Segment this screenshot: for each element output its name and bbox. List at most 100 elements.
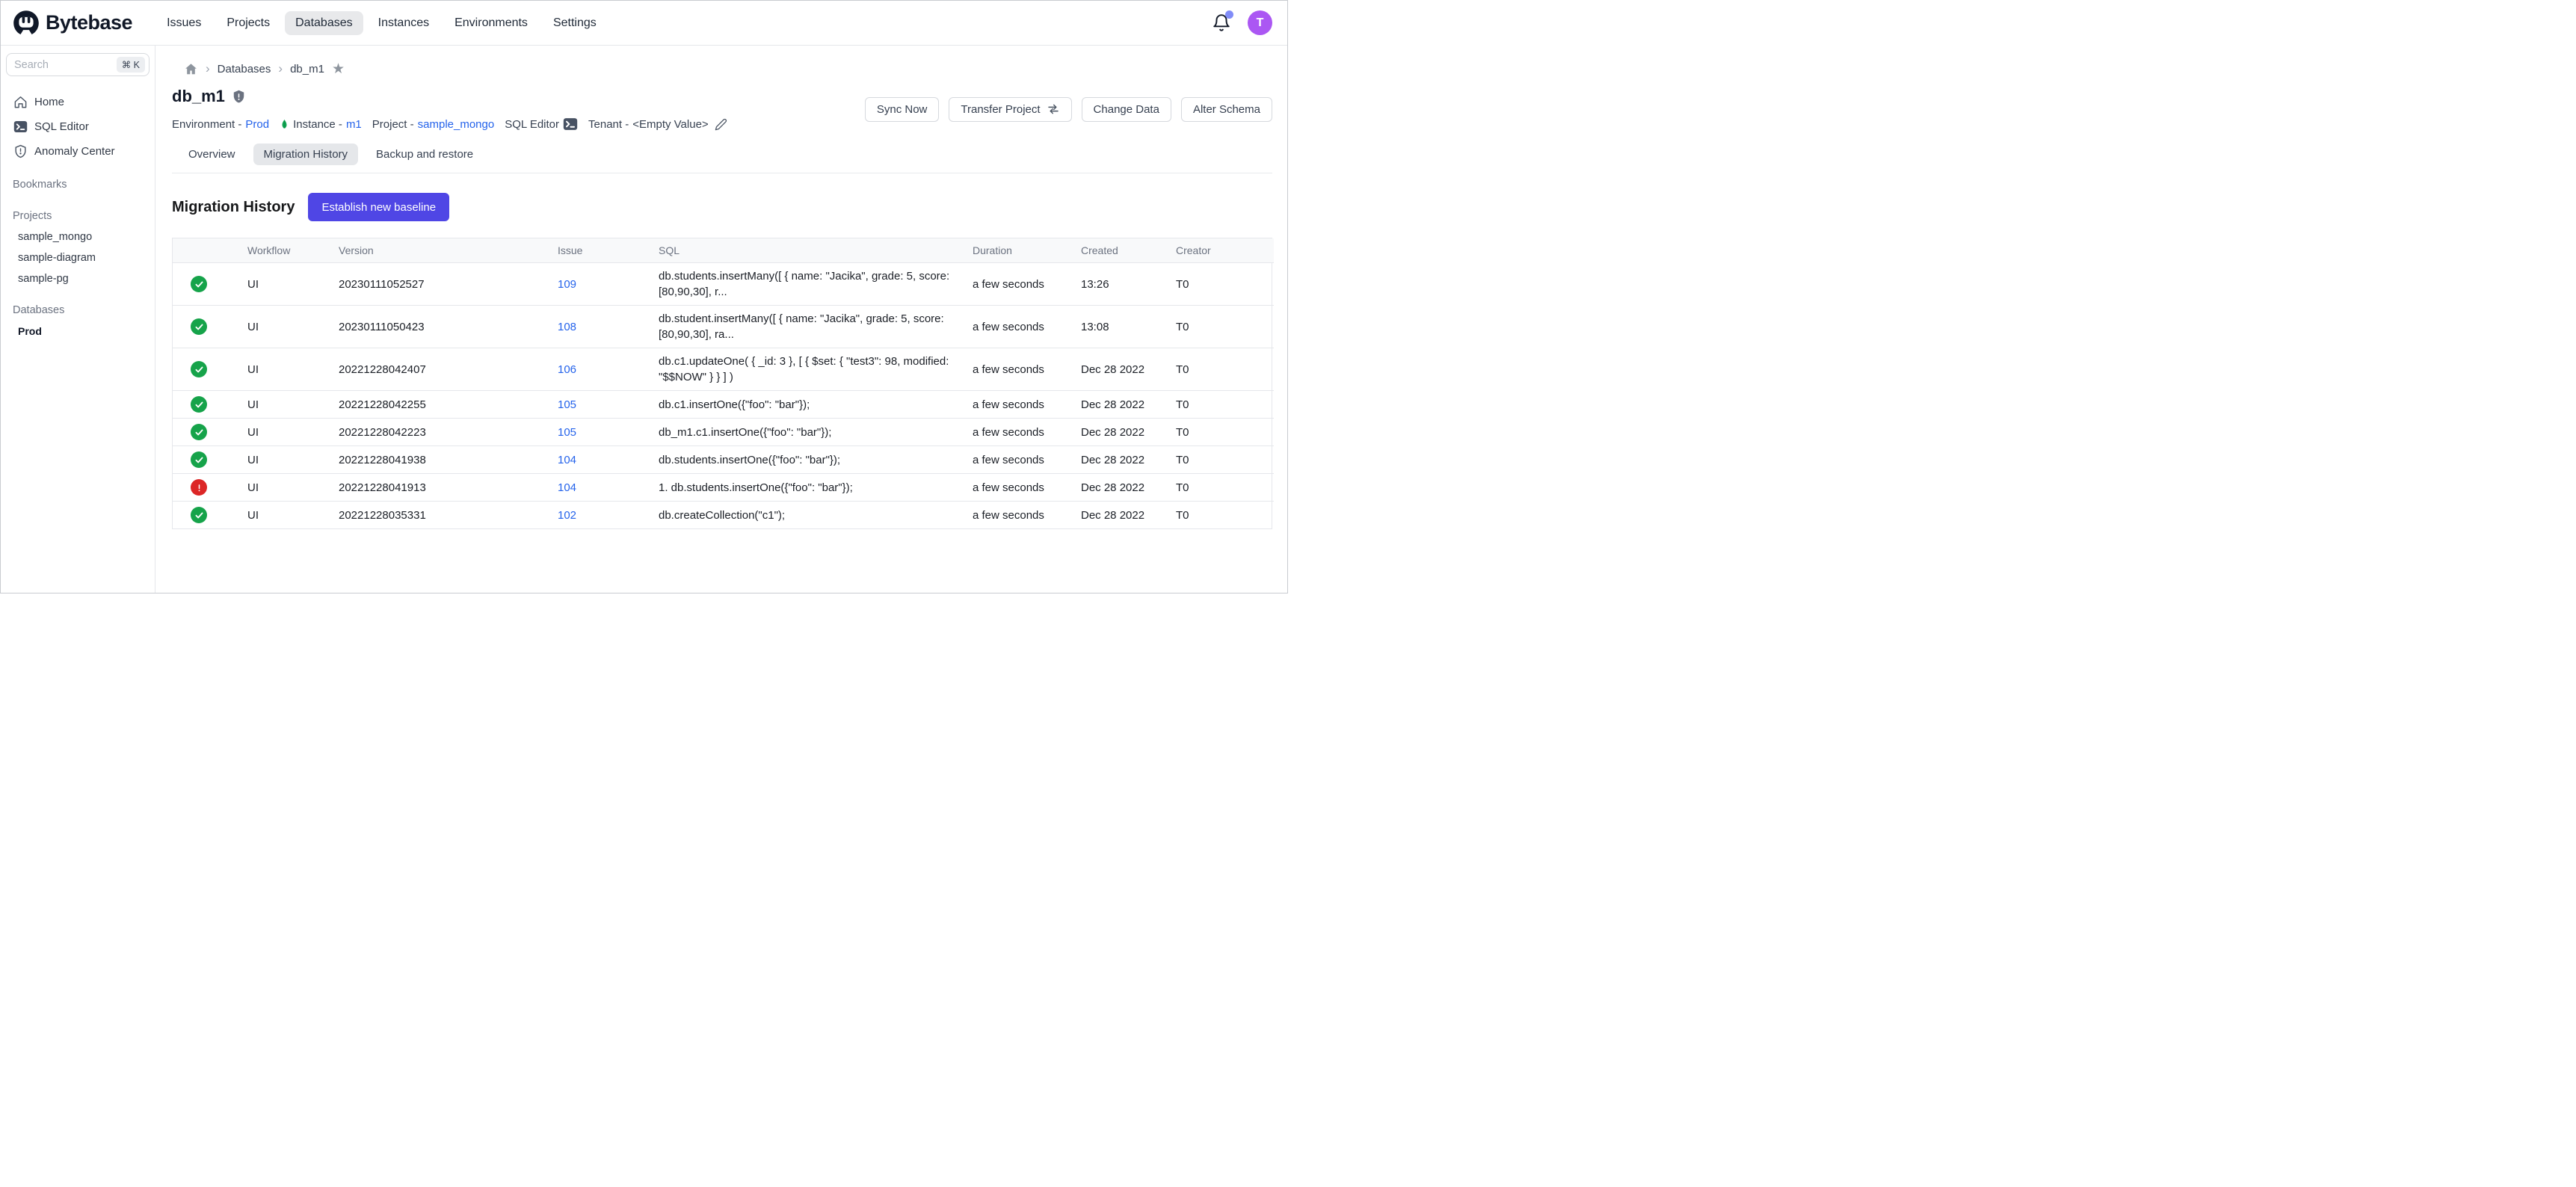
table-row[interactable]: UI20221228041938104db.students.insertOne…	[173, 446, 1274, 474]
table-row[interactable]: UI20221228035331102db.createCollection("…	[173, 502, 1274, 529]
transfer-icon	[1047, 102, 1060, 116]
main-content: › Databases › db_m1 ★ db_m1	[155, 46, 1287, 593]
meta-instance: Instance - m1	[280, 117, 362, 132]
topnav-item-issues[interactable]: Issues	[156, 11, 212, 35]
sidebar-item-home[interactable]: Home	[1, 90, 155, 114]
table-row[interactable]: UI20230111052527109db.students.insertMan…	[173, 263, 1274, 306]
sidebar-item-label: Home	[34, 96, 64, 108]
issue-link[interactable]: 102	[558, 509, 576, 522]
button-label: Alter Schema	[1193, 103, 1260, 116]
sidebar-item-sample-diagram[interactable]: sample-diagram	[1, 247, 155, 268]
status-cell	[173, 306, 247, 348]
column-header-version: Version	[339, 238, 558, 263]
tab-migration-history[interactable]: Migration History	[253, 144, 359, 165]
sidebar-item-anomaly-center[interactable]: Anomaly Center	[1, 139, 155, 164]
success-check-icon	[191, 451, 207, 468]
terminal-icon	[563, 117, 578, 132]
environment-link[interactable]: Prod	[245, 118, 269, 131]
user-avatar[interactable]: T	[1248, 10, 1272, 35]
topnav-item-projects[interactable]: Projects	[216, 11, 280, 35]
tab-backup-and-restore[interactable]: Backup and restore	[366, 144, 484, 165]
creator-cell: T0	[1176, 391, 1274, 419]
sql-cell: db.c1.updateOne( { _id: 3 }, [ { $set: {…	[659, 348, 973, 391]
alter-schema-button[interactable]: Alter Schema	[1181, 97, 1272, 122]
created-cell: 13:26	[1081, 263, 1176, 306]
created-cell: Dec 28 2022	[1081, 391, 1176, 419]
issue-link[interactable]: 105	[558, 398, 576, 411]
meta-sql-editor[interactable]: SQL Editor	[505, 117, 578, 132]
search-input-wrap[interactable]: ⌘ K	[6, 53, 150, 76]
topnav-item-settings[interactable]: Settings	[543, 11, 607, 35]
action-buttons: Sync Now Transfer Project Change Data Alter…	[865, 97, 1272, 122]
column-header-issue: Issue	[558, 238, 659, 263]
sidebar-item-label: SQL Editor	[34, 120, 89, 133]
topnav-item-databases[interactable]: Databases	[285, 11, 363, 35]
page-title: db_m1	[172, 87, 225, 106]
breadcrumb-databases[interactable]: Databases	[218, 63, 271, 75]
version-cell: 20221228035331	[339, 502, 558, 529]
bytebase-logo-icon	[13, 10, 40, 37]
issue-cell: 102	[558, 502, 659, 529]
table-row[interactable]: UI20221228042255105db.c1.insertOne({"foo…	[173, 391, 1274, 419]
issue-link[interactable]: 108	[558, 321, 576, 333]
issue-cell: 104	[558, 474, 659, 502]
sql-cell: db.c1.insertOne({"foo": "bar"});	[659, 391, 973, 419]
topnav-item-environments[interactable]: Environments	[444, 11, 538, 35]
status-cell	[173, 391, 247, 419]
bookmark-star-icon[interactable]: ★	[332, 62, 345, 76]
sql-cell: db.student.insertMany([ { name: "Jacika"…	[659, 306, 973, 348]
table-row[interactable]: UI202212280419131041. db.students.insert…	[173, 474, 1274, 502]
sql-cell: db.students.insertOne({"foo": "bar"});	[659, 446, 973, 474]
sidebar-item-sql-editor[interactable]: SQL Editor	[1, 114, 155, 139]
duration-cell: a few seconds	[973, 348, 1081, 391]
database-tabs: Overview Migration History Backup and rest…	[178, 144, 1272, 165]
created-cell: Dec 28 2022	[1081, 348, 1176, 391]
sidebar-item-prod[interactable]: Prod	[1, 321, 155, 342]
project-link[interactable]: sample_mongo	[418, 118, 495, 131]
breadcrumb-separator: ›	[278, 62, 283, 76]
tab-overview[interactable]: Overview	[178, 144, 246, 165]
search-input[interactable]	[14, 59, 112, 71]
app-window: Bytebase IssuesProjectsDatabasesInstance…	[0, 0, 1288, 594]
workflow-cell: UI	[247, 391, 339, 419]
home-icon[interactable]	[184, 62, 198, 76]
breadcrumb: › Databases › db_m1 ★	[184, 62, 1272, 76]
notifications-button[interactable]	[1212, 13, 1231, 33]
mongodb-leaf-icon	[280, 117, 289, 132]
sidebar-item-sample-pg[interactable]: sample-pg	[1, 268, 155, 289]
issue-link[interactable]: 105	[558, 426, 576, 439]
shield-alert-badge-icon	[232, 89, 246, 105]
duration-cell: a few seconds	[973, 474, 1081, 502]
meta-project: Project - sample_mongo	[372, 118, 494, 131]
table-row[interactable]: UI20221228042407106db.c1.updateOne( { _i…	[173, 348, 1274, 391]
migration-table-body: UI20230111052527109db.students.insertMan…	[173, 263, 1274, 529]
edit-pencil-icon[interactable]	[715, 118, 727, 131]
success-check-icon	[191, 424, 207, 440]
issue-cell: 108	[558, 306, 659, 348]
issue-link[interactable]: 106	[558, 363, 576, 376]
issue-link[interactable]: 104	[558, 481, 576, 494]
workflow-cell: UI	[247, 263, 339, 306]
topnav-item-instances[interactable]: Instances	[368, 11, 440, 35]
sidebar-section-projects: Projectssample_mongosample-diagramsample…	[1, 206, 155, 289]
issue-link[interactable]: 109	[558, 278, 576, 291]
change-data-button[interactable]: Change Data	[1082, 97, 1171, 122]
establish-baseline-button[interactable]: Establish new baseline	[308, 193, 449, 221]
issue-link[interactable]: 104	[558, 454, 576, 466]
table-row[interactable]: UI20230111050423108db.student.insertMany…	[173, 306, 1274, 348]
table-row[interactable]: UI20221228042223105db_m1.c1.insertOne({"…	[173, 419, 1274, 446]
transfer-project-button[interactable]: Transfer Project	[949, 97, 1071, 122]
sidebar-nav: Home SQL Editor Anomaly Center	[1, 90, 155, 164]
creator-cell: T0	[1176, 446, 1274, 474]
sidebar-item-sample_mongo[interactable]: sample_mongo	[1, 226, 155, 247]
success-check-icon	[191, 507, 207, 523]
sync-now-button[interactable]: Sync Now	[865, 97, 940, 122]
instance-link[interactable]: m1	[346, 118, 362, 131]
meta-environment: Environment - Prod	[172, 118, 269, 131]
bytebase-logo[interactable]: Bytebase	[13, 10, 132, 37]
duration-cell: a few seconds	[973, 306, 1081, 348]
title-row: db_m1 Environment - Prod	[172, 87, 1272, 132]
creator-cell: T0	[1176, 474, 1274, 502]
brand-name: Bytebase	[46, 11, 132, 34]
duration-cell: a few seconds	[973, 446, 1081, 474]
